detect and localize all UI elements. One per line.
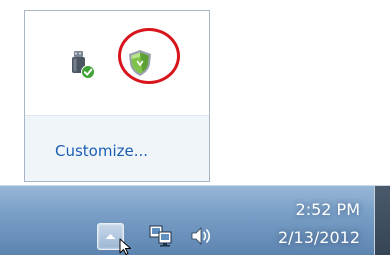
usb-safely-remove-button[interactable]: [65, 48, 101, 84]
volume-icon: [191, 227, 210, 245]
customize-area: Customize...: [25, 115, 209, 181]
clock-date: 2/13/2012: [277, 228, 360, 247]
usb-safely-remove-icon: [72, 51, 95, 79]
mouse-cursor-icon: [119, 238, 131, 255]
network-icon: [149, 225, 172, 247]
hidden-icons-area: [25, 11, 209, 115]
customize-link[interactable]: Customize...: [55, 142, 148, 160]
network-button[interactable]: [148, 224, 174, 248]
notification-area-overflow-flyout: Customize...: [24, 10, 210, 182]
desktop-canvas: Customize... 2:52 PM 2/13/2012: [0, 0, 390, 255]
clock-button[interactable]: 2:52 PM 2/13/2012: [240, 196, 370, 252]
show-desktop-button[interactable]: [374, 186, 390, 255]
clock-time: 2:52 PM: [295, 200, 360, 219]
volume-button[interactable]: [189, 223, 215, 249]
taskbar: 2:52 PM 2/13/2012: [0, 185, 390, 255]
red-highlight-circle: [118, 28, 180, 84]
